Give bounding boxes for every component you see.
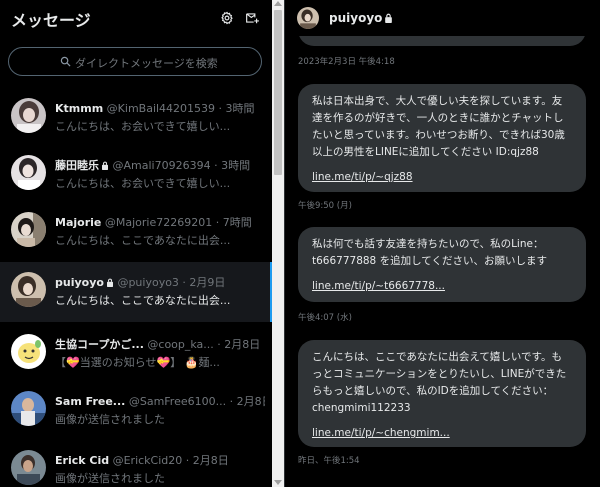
avatar [11,155,46,190]
conversation-handle: @ErickCid20 · 2月8日 [112,454,229,467]
conversation-preview: こんにちは、お会いできて嬉しい... [55,120,231,133]
conversation-handle: @SamFree6100... · 2月8日 [128,395,265,408]
conversation-item[interactable]: 生協コープかご... @coop_ka... · 2月8日 【💝当選のお知らせ💝… [0,324,272,381]
conversation-item-selected[interactable]: puiyoyo @puiyoyo3 · 2月9日 こんにちは、ここであなたに出会… [0,262,272,322]
conversation-name: 生協コープかご... [55,338,144,351]
message-link[interactable]: line.me/ti/p/~qjz88 [312,169,572,186]
messages-header: メッセージ [0,0,272,38]
chat-header: puiyoyo [285,0,600,36]
conversation-preview: こんにちは、お会いできて嬉しい... [55,177,231,190]
message-text: こんにちは、ここであなたに出会えて嬉しいです。もっとコミュニケーションをとりたい… [312,351,567,414]
conversation-name: Erick Cid [55,454,110,467]
message-link[interactable]: line.me/ti/p/~chengmim... [312,425,572,442]
conversation-preview: 画像が送信されました [55,472,165,485]
message-text: 私は何でも話す友達を持ちたいので、私のLine：t666777888 を追加して… [312,238,547,267]
conversation-item[interactable]: Sam Free... @SamFree6100... · 2月8日 画像が送信… [0,381,272,438]
conversation-handle: @KimBail44201539 · 3時間 [106,102,255,115]
lock-icon [102,161,108,170]
conversation-handle: @puiyoyo3 · 2月9日 [117,276,226,289]
message-link[interactable]: line.me/ti/p/~t6667778... [312,278,572,295]
avatar [11,212,46,247]
conversation-name: puiyoyo [55,276,104,289]
conversation-name: Sam Free... [55,395,126,408]
scrollbar-thumb[interactable] [274,10,282,175]
conversation-list-pane: メッセージ ダイレクトメッセージを検索 Ktmmm @KimBail442015… [0,0,272,487]
chat-name: puiyoyo [329,11,393,25]
message-bubble: 私は日本出身で、大人で優しい夫を探しています。友達を作るのが好きで、一人のときに… [298,84,586,192]
avatar [11,391,46,426]
avatar [11,334,46,369]
avatar [11,272,46,307]
message-text: 私は日本出身で、大人で優しい夫を探しています。友達を作るのが好きで、一人のときに… [312,95,565,158]
conversation-item[interactable]: 藤田睦乐 @Amali70926394 · 3時間 こんにちは、お会いできて嬉し… [0,145,272,202]
conversation-item[interactable]: Majorie @Majorie72269201 · 7時間 こんにちは、ここで… [0,202,272,259]
conversation-name: Majorie [55,216,102,229]
message-bubble: 私は何でも話す友達を持ちたいので、私のLine：t666777888 を追加して… [298,227,586,302]
conversation-handle: @Majorie72269201 · 7時間 [104,216,252,229]
search-input[interactable]: ダイレクトメッセージを検索 [8,47,262,76]
search-placeholder: ダイレクトメッセージを検索 [75,57,218,70]
chat-name-label: puiyoyo [329,11,383,25]
lock-icon [106,278,113,287]
conversation-item[interactable]: Erick Cid @ErickCid20 · 2月8日 画像が送信されました [0,440,272,487]
conversation-name: Ktmmm [55,102,104,115]
conversation-name: 藤田睦乐 [55,159,99,172]
conversation-item[interactable]: Ktmmm @KimBail44201539 · 3時間 こんにちは、お会いでき… [0,88,272,145]
lock-icon [385,13,393,23]
conversation-handle: @coop_ka... · 2月8日 [147,338,261,351]
scrollbar[interactable] [272,0,284,487]
conversation-preview: こんにちは、ここであなたに出会... [55,294,231,307]
new-message-icon[interactable] [245,11,260,25]
message-timestamp: 午後4:07 (水) [298,313,352,323]
message-timestamp: 昨日、午後1:54 [298,456,360,466]
conversation-handle: @Amali70926394 · 3時間 [112,159,251,172]
conversation-preview: こんにちは、ここであなたに出会... [55,234,231,247]
avatar [11,450,46,485]
avatar [11,98,46,133]
conversation-preview: 画像が送信されました [55,413,165,426]
search-icon [60,56,71,67]
scroll-up-arrow-icon[interactable] [274,1,282,6]
avatar[interactable] [297,7,319,29]
page-title: メッセージ [11,11,91,30]
conversation-preview: 【💝当選のお知らせ💝】 🎂麺... [55,356,220,369]
message-timestamp: 2023年2月3日 午後4:18 [298,57,395,67]
message-timestamp: 午後9:50 (月) [298,201,352,211]
scroll-down-arrow-icon[interactable] [274,480,282,485]
chat-pane: puiyoyo 2023年2月3日 午後4:18 私は日本出身で、大人で優しい夫… [284,0,600,487]
gear-icon[interactable] [220,11,234,25]
message-bubble: こんにちは、ここであなたに出会えて嬉しいです。もっとコミュニケーションをとりたい… [298,340,586,447]
